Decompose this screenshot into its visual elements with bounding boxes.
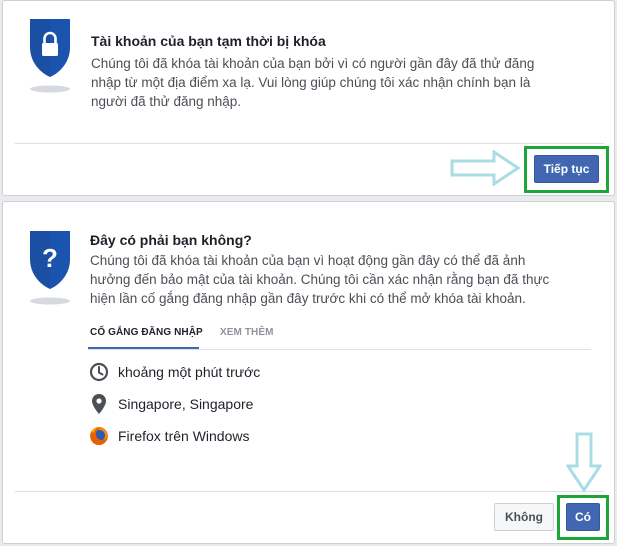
svg-text:?: ? bbox=[42, 243, 58, 273]
verify-title: Đây có phải bạn không? bbox=[90, 232, 252, 248]
detail-browser-row: Firefox trên Windows bbox=[88, 425, 249, 447]
no-button[interactable]: Không bbox=[494, 503, 554, 531]
verify-description-line: hưởng đến bảo mật của tài khoản. Chúng t… bbox=[90, 272, 550, 287]
active-tab-indicator bbox=[88, 347, 199, 349]
arrow-right-icon bbox=[450, 150, 521, 186]
detail-browser-text: Firefox trên Windows bbox=[118, 428, 250, 444]
arrow-down-icon bbox=[566, 432, 602, 493]
tab-login-attempt[interactable]: CỐ GẮNG ĐĂNG NHẬP bbox=[90, 327, 203, 338]
detail-location-row: Singapore, Singapore bbox=[88, 393, 253, 415]
verify-description-line: Chúng tôi đã khóa tài khoản của bạn vì h… bbox=[90, 253, 526, 268]
verify-description-line: hiện lần cố gắng đăng nhập gần đây trước… bbox=[90, 291, 526, 306]
detail-time-text: khoảng một phút trước bbox=[118, 364, 261, 380]
tab-see-more[interactable]: XEM THÊM bbox=[220, 327, 274, 338]
location-pin-icon bbox=[88, 393, 110, 415]
continue-button[interactable]: Tiếp tục bbox=[534, 155, 599, 183]
detail-time-row: khoảng một phút trước bbox=[88, 361, 260, 383]
locked-description-line: Chúng tôi đã khóa tài khoản của bạn bởi … bbox=[91, 56, 535, 71]
card-divider bbox=[15, 491, 604, 492]
question-shield-icon: ? bbox=[30, 231, 70, 305]
yes-button[interactable]: Có bbox=[566, 503, 600, 531]
firefox-icon bbox=[88, 425, 110, 447]
locked-description-line: người đã thử đăng nhập. bbox=[91, 94, 242, 109]
locked-description: Chúng tôi đã khóa tài khoản của bạn bởi … bbox=[91, 54, 534, 111]
locked-title: Tài khoản của bạn tạm thời bị khóa bbox=[91, 33, 326, 49]
clock-icon bbox=[88, 361, 110, 383]
locked-description-line: nhập từ một địa điểm xa lạ. Vui lòng giú… bbox=[91, 75, 531, 90]
detail-tabs: CỐ GẮNG ĐĂNG NHẬP XEM THÊM bbox=[88, 322, 591, 350]
verify-description: Chúng tôi đã khóa tài khoản của bạn vì h… bbox=[90, 251, 549, 308]
card-divider bbox=[15, 143, 604, 144]
detail-location-text: Singapore, Singapore bbox=[118, 396, 254, 412]
lock-shield-icon bbox=[30, 19, 70, 93]
